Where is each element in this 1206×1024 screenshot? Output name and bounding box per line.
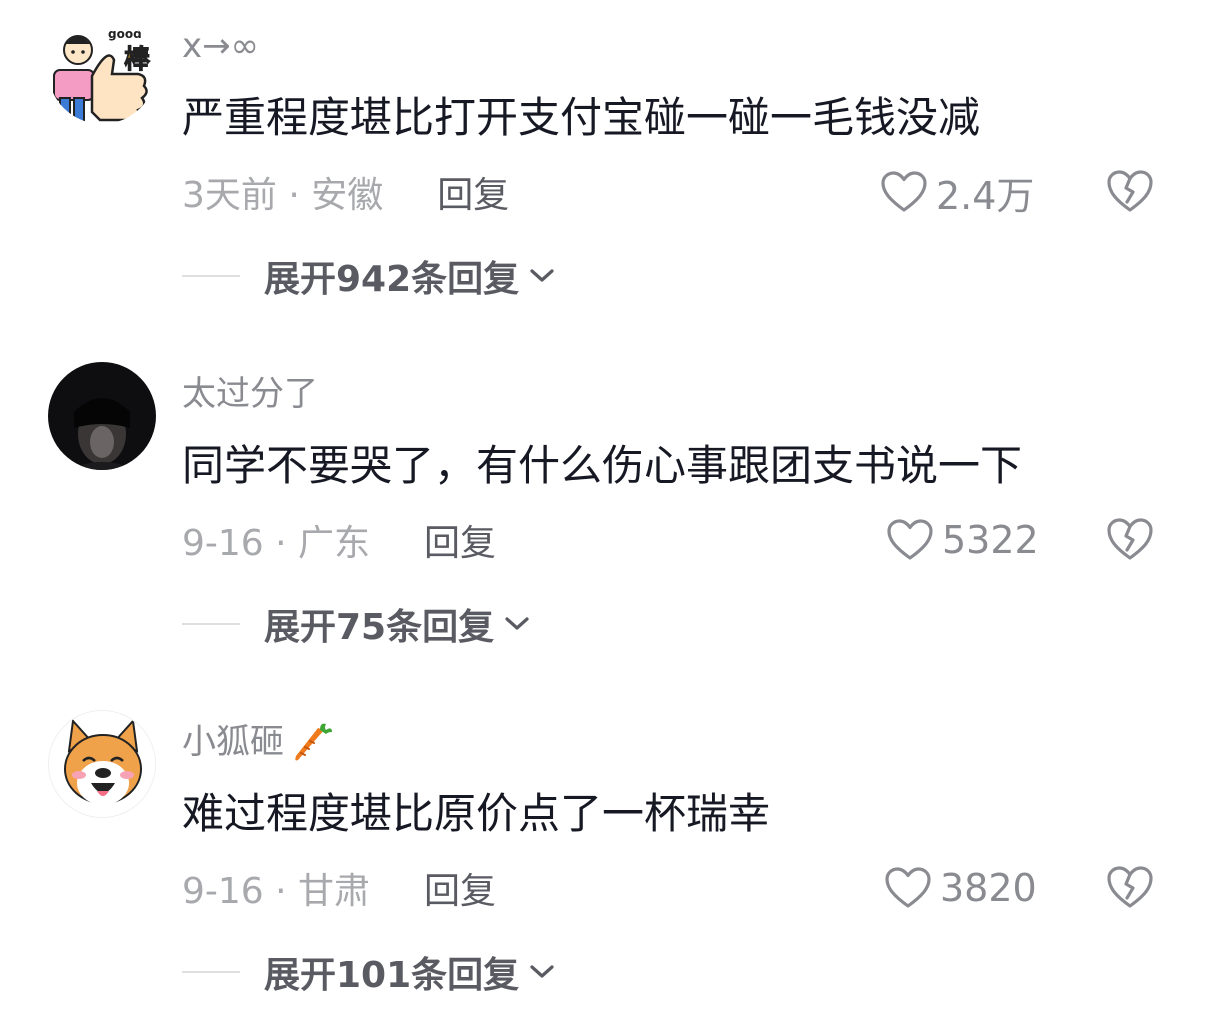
like-button[interactable]: 3820 bbox=[884, 858, 1037, 918]
username-text: x→∞ bbox=[182, 26, 259, 66]
expand-replies-button[interactable]: 展开942条回复 bbox=[182, 248, 555, 304]
comment-meta: 3天前 · 安徽 回复 bbox=[182, 162, 509, 222]
chevron-down-icon bbox=[505, 617, 529, 630]
time-location: 9-16 · 广东 bbox=[182, 523, 371, 564]
comment-item: 小狐砸 难过程度堪比原价点了一杯瑞幸 9-16 · 甘肃 回复 3820 展开1… bbox=[0, 708, 1206, 1008]
dislike-button[interactable] bbox=[1106, 516, 1154, 562]
shiba-dog-avatar-icon bbox=[49, 711, 155, 817]
username[interactable]: 小狐砸 bbox=[182, 720, 334, 764]
heart-outline-icon bbox=[885, 867, 931, 908]
chevron-down-icon bbox=[530, 269, 554, 282]
divider-line bbox=[182, 275, 240, 277]
divider-line bbox=[182, 623, 240, 625]
chevron-down-icon bbox=[530, 965, 554, 978]
expand-replies-button[interactable]: 展开75条回复 bbox=[182, 596, 530, 652]
portrait-avatar-icon bbox=[48, 362, 156, 470]
like-button[interactable]: 5322 bbox=[886, 510, 1039, 570]
avatar[interactable] bbox=[48, 362, 156, 470]
comment-text: 难过程度堪比原价点了一杯瑞幸 bbox=[182, 789, 771, 838]
dislike-button[interactable] bbox=[1106, 864, 1154, 910]
expand-replies-label: 展开942条回复 bbox=[264, 259, 520, 300]
svg-text:棒: 棒 bbox=[124, 45, 151, 75]
heart-outline-icon bbox=[881, 171, 927, 212]
reply-button[interactable]: 回复 bbox=[437, 166, 509, 218]
expand-replies-label: 展开101条回复 bbox=[264, 955, 520, 996]
time-location: 3天前 · 安徽 bbox=[182, 175, 384, 216]
broken-heart-icon bbox=[1107, 170, 1153, 212]
comment-item: good 棒 x→∞ 严重程度堪比打开支付宝碰一碰一毛钱没减 3天前 · 安徽 … bbox=[0, 12, 1206, 312]
expand-replies-label: 展开75条回复 bbox=[264, 607, 495, 648]
broken-heart-icon bbox=[1107, 866, 1153, 908]
comment-meta: 9-16 · 甘肃 回复 bbox=[182, 858, 496, 918]
username[interactable]: x→∞ bbox=[182, 24, 259, 68]
thumbs-up-avatar-icon: good 棒 bbox=[48, 16, 156, 124]
reply-button[interactable]: 回复 bbox=[424, 862, 496, 914]
comment-item: 太过分了 同学不要哭了，有什么伤心事跟团支书说一下 9-16 · 广东 回复 5… bbox=[0, 360, 1206, 660]
username[interactable]: 太过分了 bbox=[182, 372, 318, 416]
username-text: 小狐砸 bbox=[182, 722, 284, 762]
expand-replies-button[interactable]: 展开101条回复 bbox=[182, 944, 555, 1000]
like-button[interactable]: 2.4万 bbox=[880, 162, 1034, 222]
avatar[interactable] bbox=[48, 710, 156, 818]
username-text: 太过分了 bbox=[182, 374, 318, 414]
divider-line bbox=[182, 971, 240, 973]
comment-text: 同学不要哭了，有什么伤心事跟团支书说一下 bbox=[182, 441, 1023, 490]
reply-button[interactable]: 回复 bbox=[424, 514, 496, 566]
dislike-button[interactable] bbox=[1106, 168, 1154, 214]
time-location: 9-16 · 甘肃 bbox=[182, 871, 371, 912]
broken-heart-icon bbox=[1107, 518, 1153, 560]
like-count: 2.4万 bbox=[936, 173, 1035, 218]
comment-meta: 9-16 · 广东 回复 bbox=[182, 510, 496, 570]
like-count: 3820 bbox=[940, 866, 1037, 910]
comment-text: 严重程度堪比打开支付宝碰一碰一毛钱没减 bbox=[182, 93, 981, 142]
like-count: 5322 bbox=[942, 518, 1039, 562]
svg-text:good: good bbox=[108, 27, 142, 41]
heart-outline-icon bbox=[887, 519, 933, 560]
avatar[interactable]: good 棒 bbox=[48, 16, 156, 124]
carrot-emoji-icon bbox=[290, 720, 334, 764]
